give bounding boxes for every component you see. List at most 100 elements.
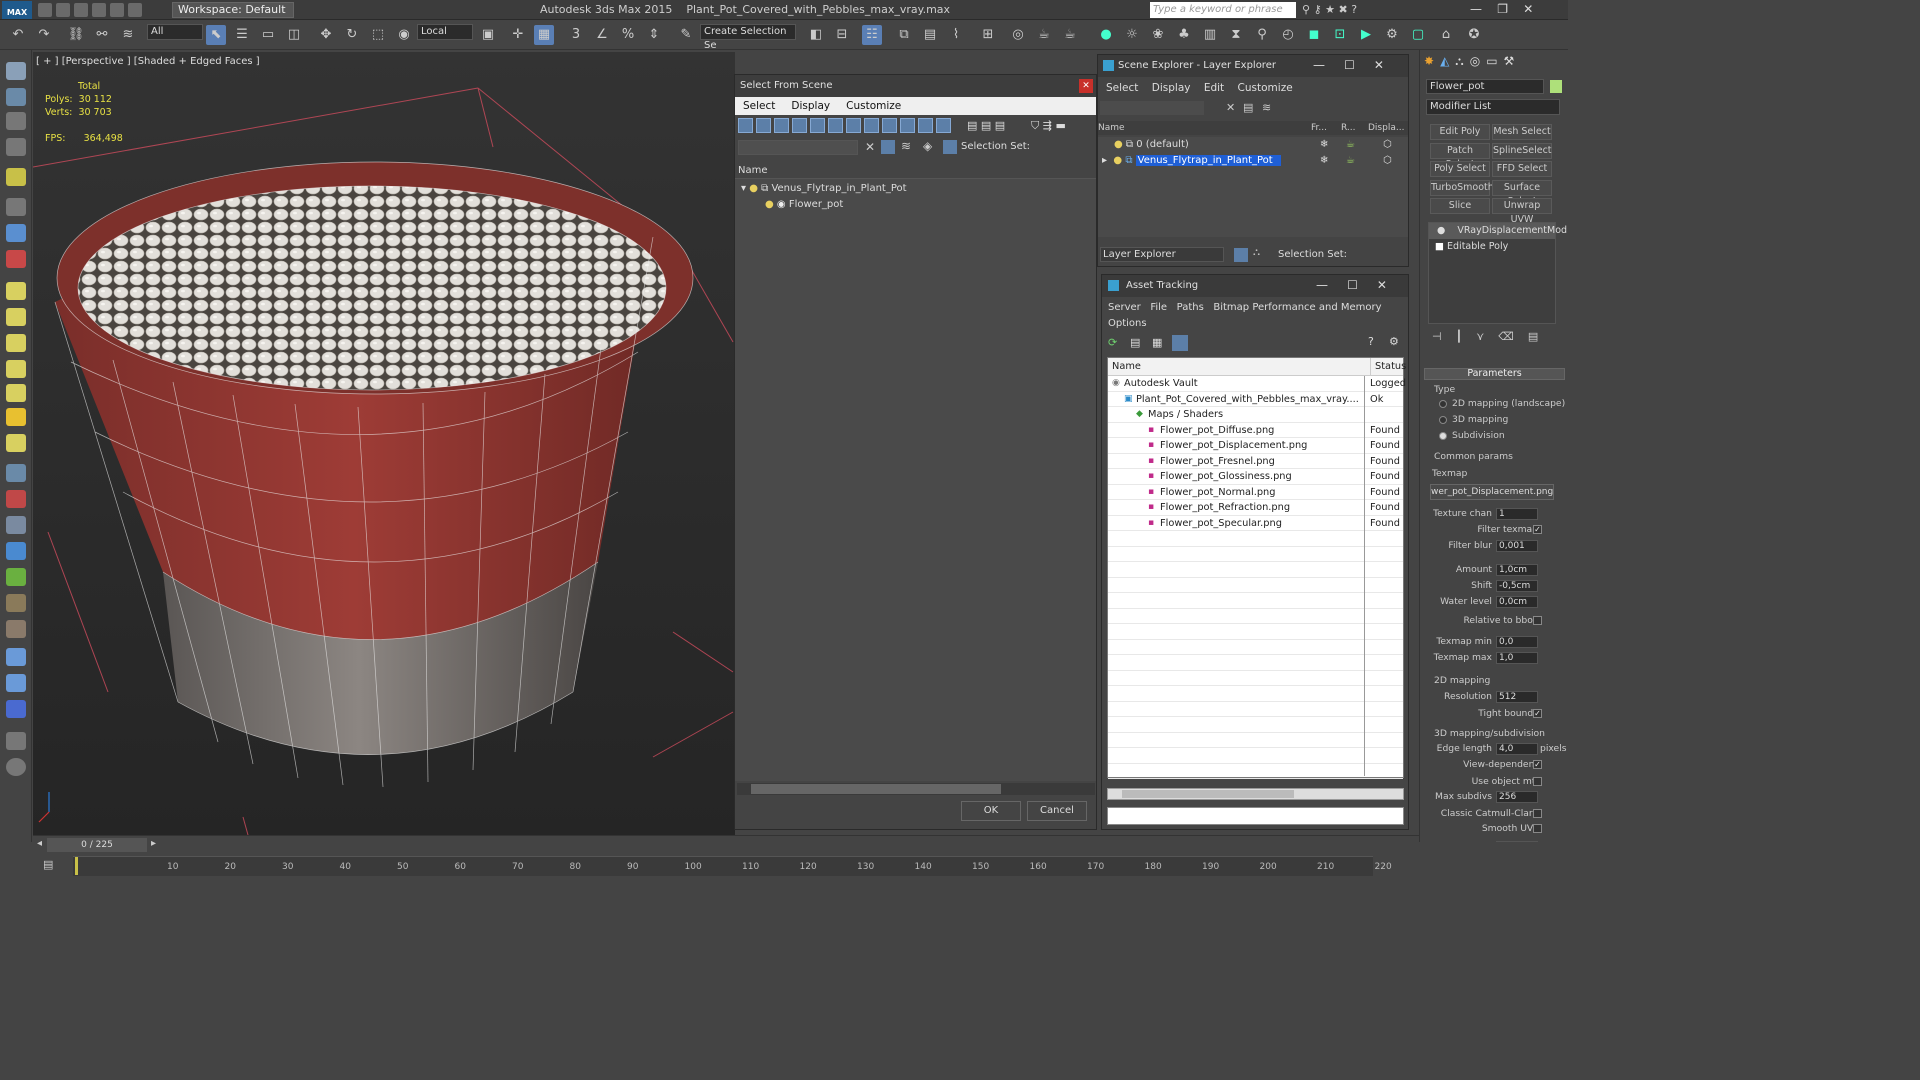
spline-icon[interactable]: [6, 464, 26, 482]
vray-vfb-icon[interactable]: ◴: [1278, 25, 1298, 45]
reference-coord-dropdown[interactable]: Local: [417, 24, 473, 40]
app-logo[interactable]: MAX: [2, 1, 32, 19]
keyboard-shortcut-override-icon[interactable]: ▦: [534, 25, 554, 45]
modifier-button[interactable]: FFD Select: [1492, 161, 1552, 177]
teapot-icon[interactable]: [6, 434, 26, 452]
parameters-rollout[interactable]: Parameters: [1424, 368, 1565, 380]
horizontal-scrollbar[interactable]: [1107, 788, 1404, 800]
menu-file[interactable]: File: [1150, 302, 1167, 313]
document-icon[interactable]: [6, 732, 26, 750]
bulb-icon[interactable]: ●: [765, 199, 774, 210]
expand-arrow-icon[interactable]: ▸: [1102, 155, 1107, 166]
column-header-name[interactable]: Name: [735, 163, 1096, 179]
render-icon[interactable]: ☕: [1060, 25, 1080, 45]
layer-tool-icon[interactable]: ≋: [1262, 101, 1271, 114]
redo-icon[interactable]: ↷: [34, 25, 54, 45]
asset-path-field[interactable]: [1107, 807, 1404, 825]
layer-explorer-icon[interactable]: ⧉: [894, 25, 914, 45]
vray-sun-icon[interactable]: ☼: [1122, 25, 1142, 45]
display-tab-icon[interactable]: ▭: [1486, 54, 1503, 68]
foliage-icon[interactable]: [6, 568, 26, 586]
vray-plane-icon[interactable]: ▥: [1200, 25, 1220, 45]
help-icon[interactable]: ?: [1351, 3, 1357, 16]
table-row[interactable]: ▪ Flower_pot_Refraction.png Found: [1108, 500, 1403, 516]
edge-spinner[interactable]: 4,0: [1496, 743, 1538, 755]
close-icon[interactable]: ✕: [1079, 79, 1093, 93]
modifier-button[interactable]: Poly Select: [1430, 161, 1490, 177]
water-spinner[interactable]: 0,0cm: [1496, 596, 1538, 608]
expand-arrow-icon[interactable]: ▾: [741, 183, 746, 194]
schematic-view-icon[interactable]: ⊞: [978, 25, 998, 45]
minimize-icon[interactable]: —: [1316, 278, 1328, 292]
layer-row[interactable]: ▸ ● ⧉ Venus_Flytrap_in_Plant_Pot ❄ ☕ ⬡: [1098, 153, 1408, 169]
display-containers-icon[interactable]: [900, 118, 915, 133]
spinner-snap-icon[interactable]: ⇕: [644, 25, 664, 45]
vray-fur-icon[interactable]: ♣: [1174, 25, 1194, 45]
box-icon[interactable]: [6, 308, 26, 326]
refresh-icon[interactable]: ⟳: [1108, 336, 1117, 349]
exchange-icon[interactable]: ✖: [1339, 3, 1348, 16]
vray-sphere-icon[interactable]: ⧗: [1226, 25, 1246, 45]
modifier-button[interactable]: Surface Select: [1492, 179, 1552, 207]
display-geometry-icon[interactable]: [738, 118, 753, 133]
smooth-uvs-checkbox[interactable]: [1533, 824, 1542, 833]
vray-physical-camera-icon[interactable]: ⚙: [1382, 25, 1402, 45]
track-bar[interactable]: 10 20 30 40 50 60 70 80 90 100 110 120 130 140 150 160 1…: [73, 856, 1392, 876]
project-folder-icon[interactable]: [128, 3, 142, 17]
select-manipulate-icon[interactable]: ✛: [508, 25, 528, 45]
col-status[interactable]: Status: [1370, 358, 1406, 376]
vray-light-icon[interactable]: ●: [1096, 25, 1116, 45]
list-view-icon[interactable]: ▤: [1130, 336, 1140, 349]
bulb-icon[interactable]: ●: [749, 183, 758, 194]
table-row[interactable]: ◉ Autodesk Vault Logged: [1108, 376, 1406, 392]
amount-spinner[interactable]: 1,0cm: [1496, 564, 1538, 576]
new-file-icon[interactable]: [38, 3, 52, 17]
hair-icon[interactable]: [6, 594, 26, 612]
vray-mesh-export-icon[interactable]: ⊡: [1330, 25, 1350, 45]
menu-display[interactable]: Display: [1152, 82, 1191, 94]
resolution-spinner[interactable]: 512: [1496, 691, 1538, 703]
stack-item[interactable]: ● VRayDisplacementMod: [1429, 223, 1567, 239]
modifier-list-dropdown[interactable]: Modifier List: [1426, 99, 1560, 115]
cloth-icon[interactable]: [6, 620, 26, 638]
display-hidden-icon[interactable]: [936, 118, 951, 133]
prev-frame-icon[interactable]: ◂: [37, 838, 42, 849]
menu-select[interactable]: Select: [735, 100, 783, 112]
find-input[interactable]: [738, 140, 858, 155]
table-row[interactable]: ▣ Plant_Pot_Covered_with_Pebbles_max_vray…: [1108, 392, 1403, 407]
freeze-icon[interactable]: ❄: [1320, 137, 1328, 153]
texmap-min-spinner[interactable]: 0,0: [1496, 636, 1538, 648]
list-item[interactable]: ● ◉ Flower_pot: [735, 197, 1096, 213]
view-dep-checkbox[interactable]: ✓: [1533, 760, 1542, 769]
menu-options[interactable]: Options: [1108, 318, 1147, 329]
help-icon[interactable]: ?: [1368, 335, 1374, 348]
table-view-icon[interactable]: [1172, 335, 1188, 351]
tight-checkbox[interactable]: ✓: [1533, 709, 1542, 718]
display-cameras-icon[interactable]: [792, 118, 807, 133]
grid-icon[interactable]: [6, 138, 26, 156]
layer-row[interactable]: ● ⧉ 0 (default) ❄ ☕ ⬡: [1098, 137, 1408, 153]
select-by-name-icon[interactable]: ☰: [232, 25, 252, 45]
modifier-button[interactable]: Patch Select: [1430, 142, 1490, 170]
clear-icon[interactable]: ✕: [865, 140, 875, 154]
use-obj-checkbox[interactable]: [1533, 777, 1542, 786]
modifier-button[interactable]: Unwrap UVW: [1492, 198, 1552, 225]
snaps-toggle-icon[interactable]: 3: [566, 25, 586, 45]
align-icon[interactable]: ⊟: [832, 25, 852, 45]
next-frame-icon[interactable]: ▸: [151, 838, 156, 849]
brush-icon[interactable]: [6, 198, 26, 216]
torus-icon[interactable]: [6, 360, 26, 378]
select-all-icon[interactable]: ▤ ▤ ▤: [967, 119, 1005, 132]
time-cursor[interactable]: [75, 857, 78, 875]
display-shapes-icon[interactable]: [756, 118, 771, 133]
stack-icon[interactable]: ◈: [923, 139, 932, 153]
configure-sets-icon[interactable]: ▤: [1528, 330, 1552, 343]
selection-set-icon[interactable]: [943, 140, 957, 154]
show-end-result-icon[interactable]: ┃: [1456, 330, 1477, 343]
restore-icon[interactable]: ❐: [1497, 2, 1508, 16]
menu-select[interactable]: Select: [1106, 82, 1138, 94]
stack-item[interactable]: ■ Editable Poly: [1429, 239, 1555, 255]
relative-checkbox[interactable]: [1533, 616, 1542, 625]
help-circle-icon[interactable]: [6, 758, 26, 776]
time-slider[interactable]: 0 / 225: [47, 838, 147, 852]
